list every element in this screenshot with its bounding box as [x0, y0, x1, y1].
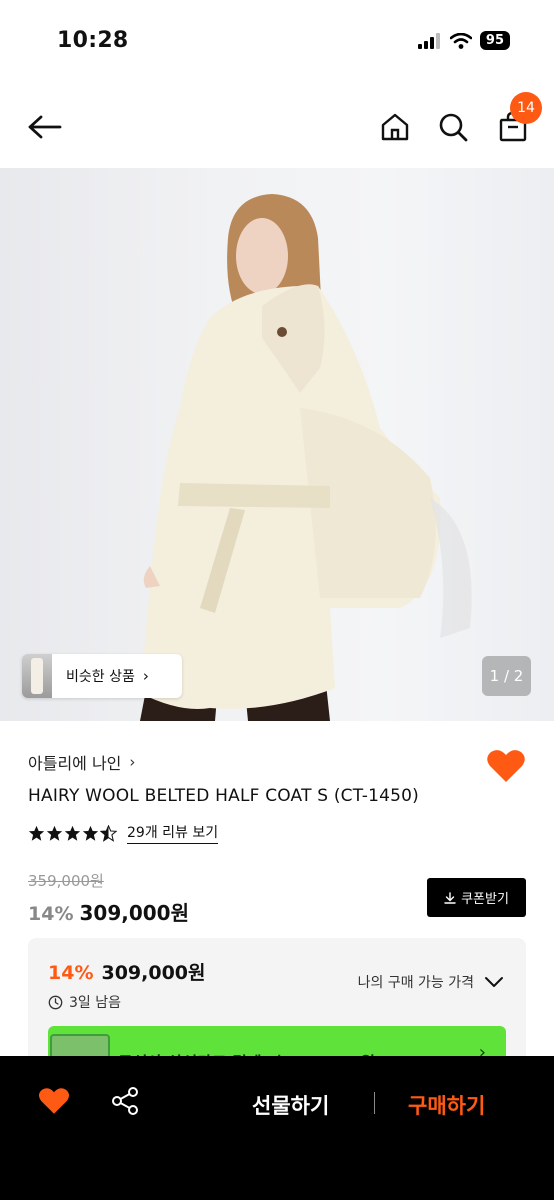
star-icon	[46, 825, 63, 841]
similar-products-button[interactable]: 비슷한 상품 ›	[22, 654, 182, 698]
status-icons: 95	[417, 31, 510, 50]
top-navigation: 14	[0, 84, 554, 168]
download-icon	[444, 891, 456, 904]
image-page-indicator: 1 / 2	[482, 656, 531, 696]
bottom-action-bar: 선물하기 구매하기	[0, 1056, 554, 1200]
review-link[interactable]: 29개 리뷰 보기	[127, 822, 219, 844]
buy-button[interactable]: 구매하기	[408, 1090, 485, 1120]
clock-icon	[48, 995, 63, 1009]
back-arrow-icon	[28, 115, 62, 139]
share-button[interactable]	[110, 1086, 142, 1118]
back-button[interactable]	[24, 106, 66, 148]
chevron-right-icon: ›	[129, 753, 136, 771]
share-icon	[112, 1087, 138, 1115]
home-button[interactable]	[374, 106, 416, 148]
heart-icon	[487, 750, 525, 782]
coupon-button[interactable]: 쿠폰받기	[427, 878, 526, 917]
my-price-toggle[interactable]: 나의 구매 가능 가격	[358, 972, 504, 992]
star-icon	[28, 825, 45, 841]
card-sale-price: 309,000원	[101, 962, 206, 984]
similar-products-label: 비슷한 상품	[66, 669, 135, 685]
gift-button[interactable]: 선물하기	[252, 1090, 329, 1120]
brand-link[interactable]: 아틀리에 나인 ›	[28, 750, 135, 774]
search-icon	[439, 113, 468, 142]
wifi-icon	[449, 32, 472, 49]
card-discount-rate: 14%	[48, 962, 94, 984]
star-rating	[28, 824, 117, 842]
sale-price: 309,000원	[79, 901, 189, 925]
star-icon	[64, 825, 81, 841]
price-row: 14% 309,000원	[28, 897, 189, 926]
status-bar: 10:28 95	[0, 0, 554, 84]
product-title: HAIRY WOOL BELTED HALF COAT S (CT-1450)	[28, 786, 420, 806]
divider	[374, 1092, 375, 1114]
time-remaining-label: 3일 남음	[69, 995, 121, 1011]
star-icon	[82, 825, 99, 841]
original-price: 359,000원	[28, 872, 104, 890]
similar-product-thumbnail	[22, 654, 52, 698]
status-time: 10:28	[57, 28, 129, 53]
product-photo	[140, 194, 472, 721]
coupon-button-label: 쿠폰받기	[461, 892, 509, 907]
cart-count-badge: 14	[510, 92, 542, 124]
half-star-icon	[100, 824, 117, 842]
home-icon	[381, 113, 409, 141]
discount-rate: 14%	[28, 903, 74, 925]
chevron-right-icon: ›	[142, 667, 149, 685]
battery-indicator: 95	[479, 31, 510, 50]
search-button[interactable]	[432, 106, 474, 148]
time-remaining: 3일 남음	[48, 992, 121, 1012]
rating-row: 29개 리뷰 보기	[28, 822, 219, 844]
wishlist-button[interactable]	[38, 1086, 70, 1116]
my-price-label: 나의 구매 가능 가격	[357, 975, 474, 991]
brand-name: 아틀리에 나인	[28, 754, 122, 773]
product-image[interactable]	[0, 168, 554, 721]
card-price-row: 14% 309,000원	[48, 958, 206, 985]
cellular-signal-icon	[417, 32, 440, 49]
like-button[interactable]	[486, 748, 526, 784]
chevron-down-icon	[485, 977, 503, 987]
heart-icon	[38, 1088, 70, 1114]
